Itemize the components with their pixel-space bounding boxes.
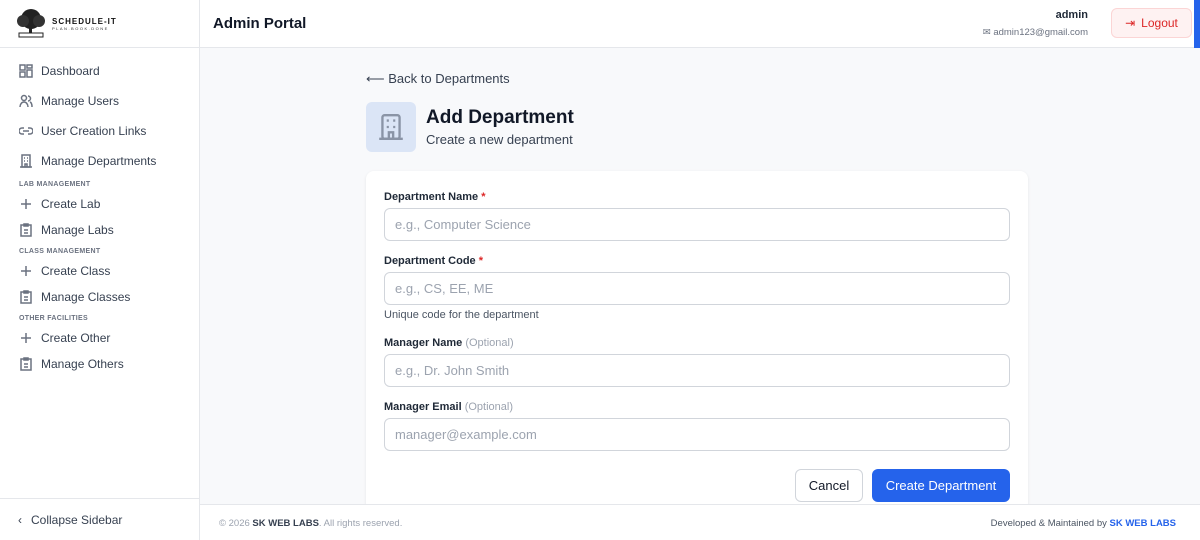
sidebar-item-label: Create Lab	[41, 197, 101, 211]
department-code-hint: Unique code for the department	[384, 309, 539, 321]
footer: © 2026 SK WEB LABS. All rights reserved.…	[200, 504, 1200, 540]
developer-link[interactable]: SK WEB LABS	[1110, 518, 1177, 529]
top-header: Admin Portal admin ✉ admin123@gmail.com …	[200, 0, 1200, 48]
sidebar-item-manage-departments[interactable]: Manage Departments	[0, 146, 199, 176]
sidebar-item-manage-others[interactable]: Manage Others	[0, 351, 199, 377]
department-icon-box	[366, 102, 416, 152]
plus-icon	[21, 199, 31, 209]
building-icon	[20, 154, 32, 168]
mail-icon: ✉	[982, 27, 994, 38]
department-code-label: Department Code *	[384, 255, 484, 267]
sidebar-item-manage-users[interactable]: Manage Users	[0, 86, 199, 116]
chevron-left-icon: ‹	[18, 512, 22, 527]
user-name: admin	[1055, 9, 1088, 21]
sidebar-item-dashboard[interactable]: Dashboard	[0, 56, 199, 86]
sidebar-item-create-class[interactable]: Create Class	[0, 258, 199, 284]
plus-icon	[21, 333, 31, 343]
developer-credit: Developed & Maintained by SK WEB LABS	[990, 518, 1177, 529]
section-lab-management: LAB MANAGEMENT	[19, 181, 91, 188]
brand-logo[interactable]: SCHEDULE-IT PLAN.BOOK.DONE	[0, 0, 199, 48]
tree-logo-icon	[17, 8, 45, 37]
scrollbar[interactable]	[1194, 0, 1200, 48]
sidebar-nav: Dashboard Manage Users User Creation Lin…	[0, 48, 199, 377]
sidebar-item-manage-classes[interactable]: Manage Classes	[0, 284, 199, 310]
sidebar-item-label: Create Other	[41, 331, 111, 345]
manager-email-input[interactable]	[384, 418, 1010, 451]
collapse-sidebar-button[interactable]: ‹ Collapse Sidebar	[0, 498, 200, 540]
sidebar: SCHEDULE-IT PLAN.BOOK.DONE Dashboard Mana…	[0, 0, 200, 540]
department-name-label: Department Name *	[384, 191, 486, 203]
logout-label: Logout	[1141, 16, 1178, 30]
portal-title: Admin Portal	[213, 15, 307, 32]
sidebar-item-user-creation-links[interactable]: User Creation Links	[0, 116, 199, 146]
grid-icon	[19, 64, 33, 78]
manager-name-label: Manager Name (Optional)	[384, 337, 514, 349]
sidebar-item-label: Manage Labs	[41, 223, 114, 237]
sidebar-item-label: User Creation Links	[41, 124, 147, 138]
user-email-row: ✉ admin123@gmail.com	[983, 27, 1088, 38]
page-title: Add Department	[426, 107, 574, 128]
add-department-form: Department Name * Department Code * Uniq…	[366, 171, 1028, 511]
back-label: Back to Departments	[388, 71, 510, 86]
back-to-departments-link[interactable]: ⟵ Back to Departments	[366, 71, 510, 87]
manager-name-input[interactable]	[384, 354, 1010, 387]
cancel-button[interactable]: Cancel	[795, 469, 863, 502]
logout-button[interactable]: ⇥ Logout	[1111, 8, 1192, 38]
sidebar-item-create-other[interactable]: Create Other	[0, 325, 199, 351]
users-icon	[19, 94, 33, 108]
sidebar-item-label: Create Class	[41, 264, 111, 278]
building-icon	[379, 114, 403, 140]
sidebar-item-label: Dashboard	[41, 64, 100, 78]
page-subtitle: Create a new department	[426, 132, 573, 147]
clipboard-icon	[20, 290, 32, 304]
section-other-facilities: OTHER FACILITIES	[19, 315, 88, 322]
department-name-input[interactable]	[384, 208, 1010, 241]
section-class-management: CLASS MANAGEMENT	[19, 248, 101, 255]
department-code-input[interactable]	[384, 272, 1010, 305]
arrow-left-icon: ⟵	[366, 71, 389, 86]
brand-name: SCHEDULE-IT	[52, 16, 117, 26]
collapse-label: Collapse Sidebar	[31, 512, 123, 527]
sidebar-item-label: Manage Users	[41, 94, 120, 108]
sidebar-item-label: Manage Departments	[41, 154, 157, 168]
create-department-button[interactable]: Create Department	[872, 469, 1010, 502]
brand-tagline: PLAN.BOOK.DONE	[52, 25, 109, 31]
clipboard-icon	[20, 223, 32, 237]
logout-icon: ⇥	[1125, 16, 1136, 30]
manager-email-label: Manager Email (Optional)	[384, 401, 513, 413]
link-icon	[19, 127, 33, 135]
sidebar-item-label: Manage Others	[41, 357, 124, 371]
sidebar-item-label: Manage Classes	[41, 290, 131, 304]
sidebar-item-manage-labs[interactable]: Manage Labs	[0, 217, 199, 243]
user-email: admin123@gmail.com	[993, 27, 1088, 38]
clipboard-icon	[20, 357, 32, 371]
plus-icon	[21, 266, 31, 276]
sidebar-item-create-lab[interactable]: Create Lab	[0, 191, 199, 217]
copyright: © 2026 SK WEB LABS. All rights reserved.	[219, 518, 403, 529]
